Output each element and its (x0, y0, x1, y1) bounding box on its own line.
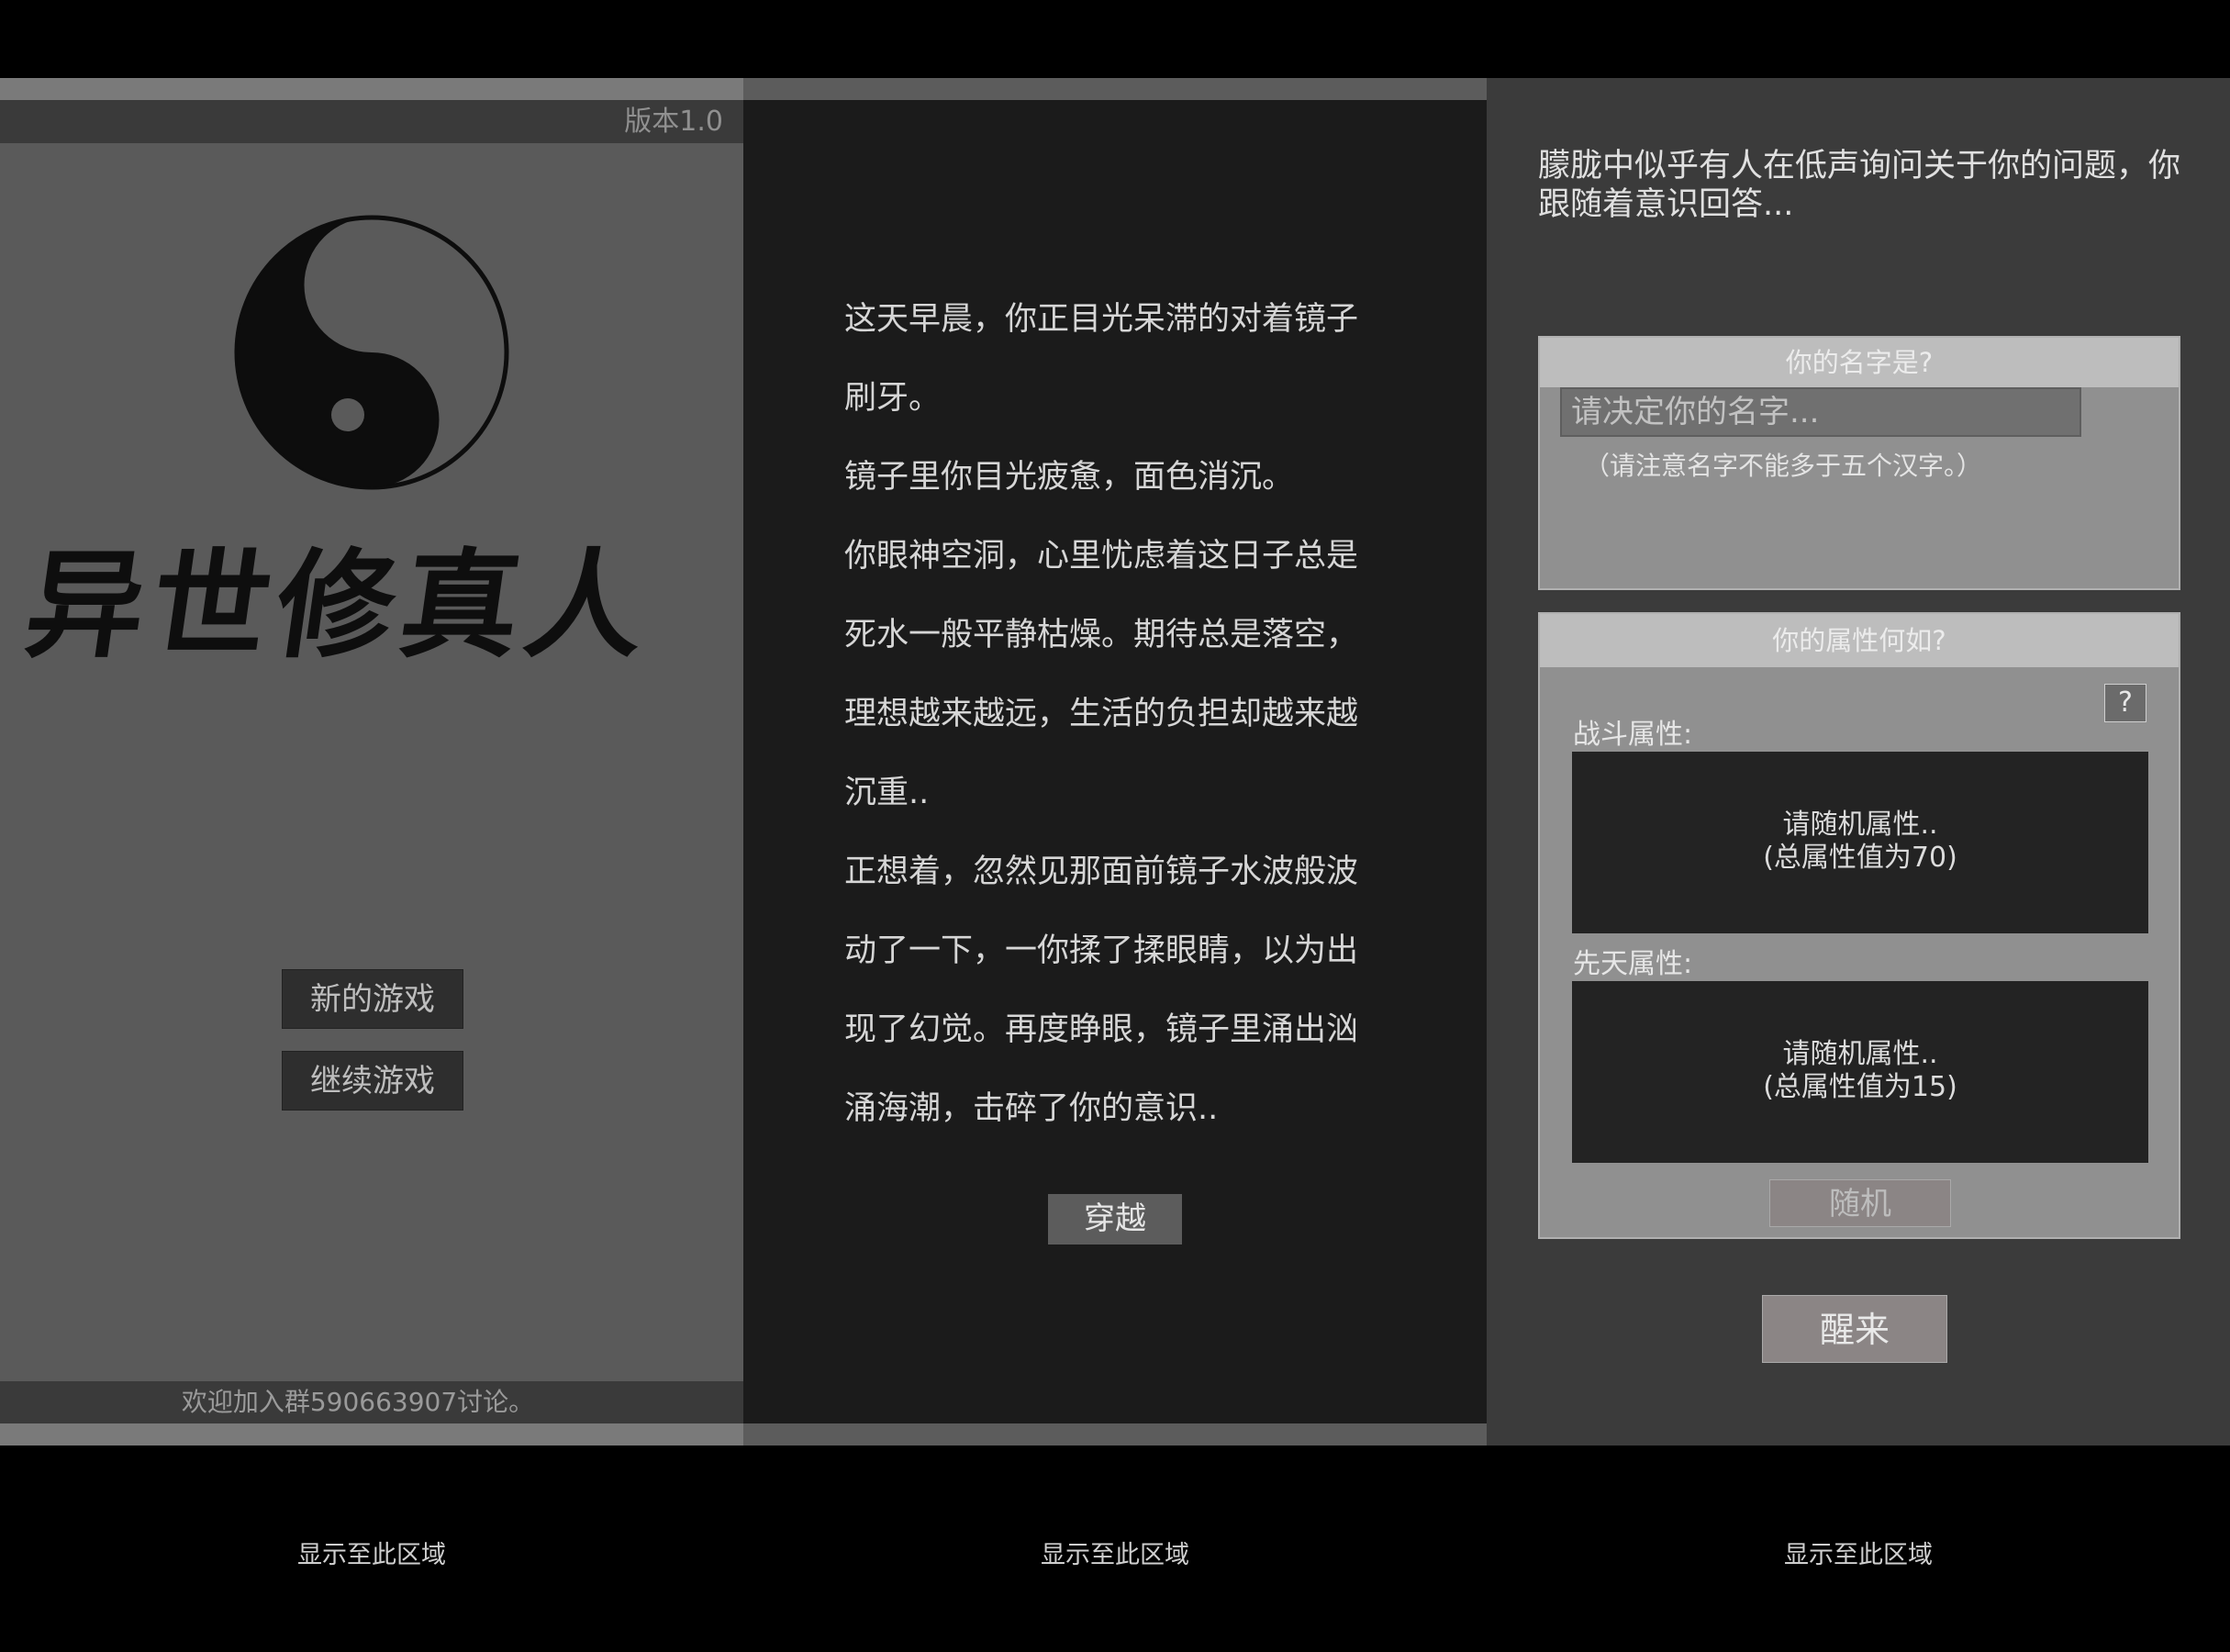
bottom-strip (743, 1423, 1487, 1446)
help-button[interactable]: ? (2104, 684, 2146, 722)
title-screen-panel: 版本1.0 异世修真人 新的游戏 继续游戏 欢迎加入群590663907讨论。 (0, 78, 743, 1446)
combat-attributes-box: 请随机属性.. (总属性值为70) (1572, 752, 2148, 933)
character-creation-panel: 朦胧中似乎有人在低声询问关于你的问题，你跟随着意识回答... 你的名字是? （请… (1487, 78, 2230, 1446)
innate-attributes-total: (总属性值为15) (1763, 1071, 1957, 1103)
display-area-caption: 显示至此区域 (297, 1541, 446, 1569)
top-strip (0, 78, 743, 100)
bottom-strip (0, 1423, 743, 1446)
display-area-caption: 显示至此区域 (1784, 1541, 1933, 1569)
combat-attributes-hint: 请随机属性.. (1782, 809, 1938, 841)
wake-up-button[interactable]: 醒来 (1762, 1295, 1947, 1363)
version-label: 版本1.0 (624, 106, 723, 138)
randomize-button[interactable]: 随机 (1769, 1179, 1951, 1227)
name-input[interactable] (1560, 387, 2081, 437)
combat-attributes-total: (总属性值为70) (1763, 842, 1957, 874)
continue-game-button[interactable]: 继续游戏 (282, 1051, 463, 1111)
yin-yang-logo (234, 215, 509, 490)
story-screen-panel: 这天早晨，你正目光呆滞的对着镜子刷牙。 镜子里你目光疲惫，面色消沉。 你眼神空洞… (743, 78, 1487, 1446)
name-card: 你的名字是? （请注意名字不能多于五个汉字。） (1538, 336, 2180, 590)
game-title-calligraphy: 异世修真人 (17, 537, 662, 675)
name-card-header: 你的名字是? (1540, 338, 2179, 387)
footer-text: 欢迎加入群590663907讨论。 (181, 1387, 535, 1417)
combat-attributes-label: 战斗属性: (1573, 719, 1693, 751)
story-paragraph: 这天早晨，你正目光呆滞的对着镜子刷牙。 (844, 301, 1359, 417)
innate-attributes-hint: 请随机属性.. (1782, 1038, 1938, 1070)
attribute-card: 你的属性何如? ? 战斗属性: 请随机属性.. (总属性值为70) 先天属性: … (1538, 612, 2180, 1239)
top-strip (743, 78, 1487, 100)
cross-over-button[interactable]: 穿越 (1048, 1194, 1182, 1245)
display-area-caption: 显示至此区域 (1041, 1541, 1189, 1569)
story-paragraph: 你眼神空洞，心里忧虑着这日子总是死水一般平静枯燥。期待总是落空，理想越来越远，生… (844, 538, 1359, 811)
story-paragraph: 正想着，忽然见那面前镜子水波般波动了一下，一你揉了揉眼睛，以为出现了幻觉。再度睁… (844, 854, 1359, 1127)
innate-attributes-box: 请随机属性.. (总属性值为15) (1572, 981, 2148, 1163)
attribute-card-header: 你的属性何如? (1540, 614, 2179, 667)
story-text: 这天早晨，你正目光呆滞的对着镜子刷牙。 镜子里你目光疲惫，面色消沉。 你眼神空洞… (844, 280, 1377, 1148)
name-length-note: （请注意名字不能多于五个汉字。） (1584, 451, 1983, 481)
story-paragraph: 镜子里你目光疲惫，面色消沉。 (844, 459, 1295, 496)
new-game-button[interactable]: 新的游戏 (282, 969, 463, 1029)
innate-attributes-label: 先天属性: (1573, 948, 1693, 980)
intro-text: 朦胧中似乎有人在低声询问关于你的问题，你跟随着意识回答... (1538, 148, 2181, 223)
